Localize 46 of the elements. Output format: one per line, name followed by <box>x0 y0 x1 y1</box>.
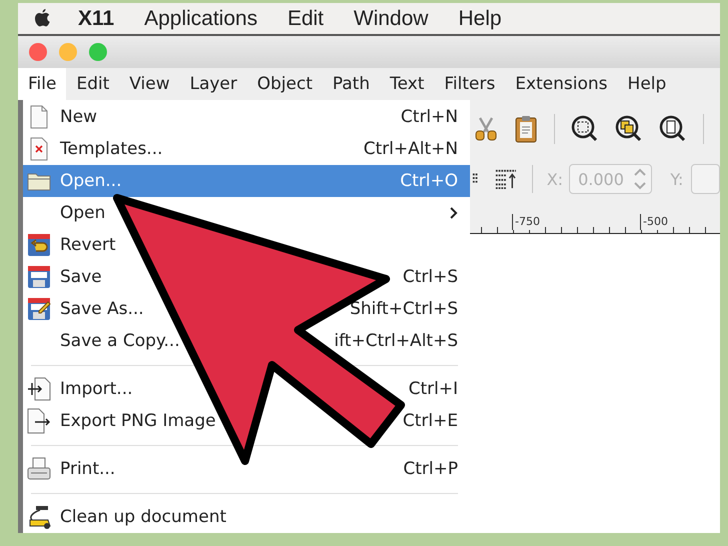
menu-option[interactable]: Open... Ctrl+O <box>23 165 470 197</box>
y-input-field[interactable] <box>691 164 720 194</box>
menu-option[interactable]: New Ctrl+N <box>23 101 470 133</box>
menu-item[interactable]: Filters <box>434 68 506 100</box>
printer-icon <box>27 457 51 481</box>
scissors-icon[interactable] <box>474 116 498 142</box>
apple-logo-icon[interactable] <box>32 8 52 30</box>
export-icon <box>27 408 51 434</box>
menu-item[interactable]: Text <box>380 68 434 100</box>
y-label: Y: <box>670 170 684 188</box>
menu-option[interactable]: Export PNG Image Ctrl+E <box>23 405 470 437</box>
system-menu-item[interactable]: Window <box>354 6 428 30</box>
menu-item[interactable]: File <box>18 68 66 100</box>
system-menu-item[interactable]: Applications <box>144 6 258 30</box>
x-label: X: <box>546 170 564 188</box>
zoom-icon[interactable] <box>659 114 687 142</box>
menu-option[interactable]: Templates... Ctrl+Alt+N <box>23 133 470 165</box>
folder-icon <box>27 171 51 191</box>
menu-option[interactable]: Revert <box>23 229 470 261</box>
menu-item[interactable]: Object <box>247 68 322 100</box>
ruler-label: -750 <box>512 214 540 230</box>
text-lines-icon[interactable] <box>494 167 518 191</box>
menu-item[interactable]: Layer <box>180 68 248 100</box>
menu-option[interactable]: Clean up document <box>23 501 470 533</box>
menu-option[interactable]: Print... Ctrl+P <box>23 453 470 485</box>
menu-option[interactable]: Open <box>23 197 470 229</box>
menu-item[interactable]: Edit <box>66 68 120 100</box>
menu-option[interactable]: Save As... Shift+Ctrl+S <box>23 293 470 325</box>
template-document-icon <box>30 137 48 161</box>
zoom-icon[interactable] <box>571 114 599 142</box>
menu-item[interactable]: View <box>119 68 180 100</box>
menu-option[interactable]: Import... Ctrl+I <box>23 373 470 405</box>
document-icon <box>30 105 48 129</box>
clipboard-icon[interactable] <box>514 114 538 142</box>
ruler-label: -500 <box>640 214 668 230</box>
menu-item[interactable]: Path <box>322 68 380 100</box>
menu-option[interactable]: Save a Copy... ift+Ctrl+Alt+S <box>23 325 470 357</box>
revert-icon <box>27 233 51 257</box>
system-menu-item[interactable]: X11 <box>78 6 114 30</box>
import-icon <box>27 377 51 401</box>
system-menu-item[interactable]: Help <box>458 6 502 30</box>
menu-item[interactable]: Help <box>618 68 676 100</box>
system-menu-item[interactable]: Edit <box>287 6 324 30</box>
menu-item[interactable]: Extensions <box>505 68 618 100</box>
close-button[interactable] <box>29 43 47 61</box>
zoom-icon[interactable] <box>615 114 643 142</box>
